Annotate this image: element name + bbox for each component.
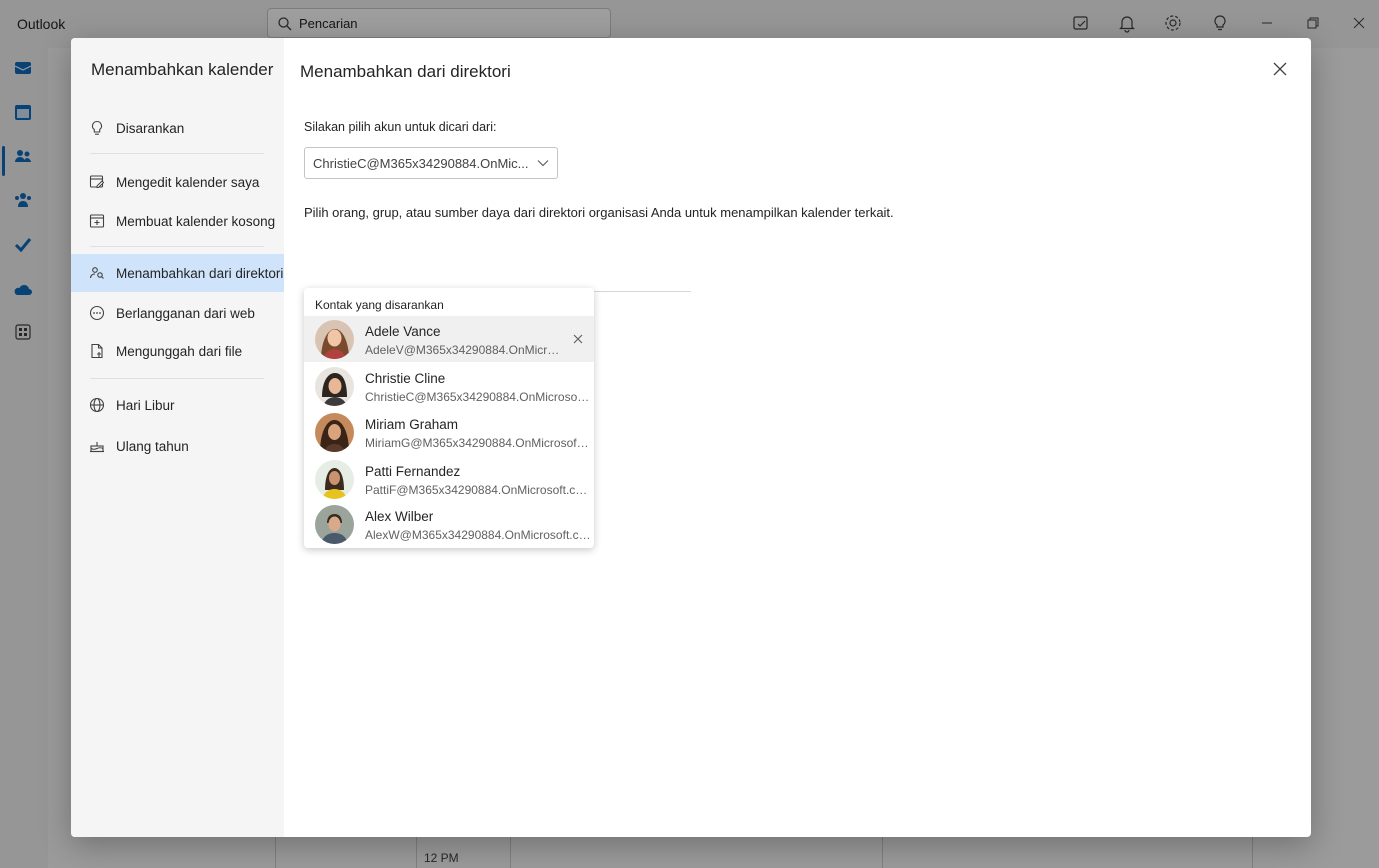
contact-name: Christie Cline (365, 371, 446, 386)
suggested-contacts-heading: Kontak yang disarankan (315, 298, 444, 312)
directory-description: Pilih orang, grup, atau sumber daya dari… (304, 205, 894, 220)
chevron-down-icon (537, 160, 549, 167)
sidebar-item-label: Mengunggah dari file (116, 343, 243, 359)
dialog-sidebar: Menambahkan kalender Disarankan Mengedit… (71, 38, 284, 837)
sidebar-item-label: Membuat kalender kosong (116, 213, 276, 229)
cake-icon (90, 442, 104, 453)
sidebar-title: Menambahkan kalender (91, 60, 274, 79)
sidebar-item-edit-calendars[interactable]: Mengedit kalender saya (71, 163, 284, 201)
contact-name: Patti Fernandez (365, 464, 461, 479)
remove-suggestion-icon[interactable] (572, 333, 584, 345)
sidebar-item-subscribe-web[interactable]: Berlangganan dari web (71, 294, 284, 332)
contact-item[interactable]: Christie Cline ChristieC@M365x34290884.O… (304, 363, 594, 409)
globe-icon (89, 397, 105, 413)
contact-email: ChristieC@M365x34290884.OnMicrosoft.com (365, 390, 591, 404)
contact-item[interactable]: Alex Wilber AlexW@M365x34290884.OnMicros… (304, 501, 594, 547)
avatar (315, 413, 354, 452)
contact-item[interactable]: Patti Fernandez PattiF@M365x34290884.OnM… (304, 456, 594, 502)
contact-item[interactable]: Miriam Graham MiriamG@M365x34290884.OnMi… (304, 409, 594, 455)
contact-email: AlexW@M365x34290884.OnMicrosoft.com (365, 528, 591, 542)
contact-name: Alex Wilber (365, 509, 434, 524)
dialog-title: Menambahkan dari direktori (300, 62, 511, 81)
people-search-icon (89, 267, 104, 279)
contact-item[interactable]: Adele Vance AdeleV@M365x34290884.OnMicro… (304, 316, 594, 362)
sidebar-item-label: Ulang tahun (116, 438, 189, 454)
contact-email: AdeleV@M365x34290884.OnMicrosoft.com (365, 343, 561, 357)
contact-email: PattiF@M365x34290884.OnMicrosoft.com (365, 483, 591, 497)
sidebar-item-holidays[interactable]: Hari Libur (71, 386, 284, 424)
sidebar-item-label: Berlangganan dari web (116, 305, 255, 321)
globe-link-icon (89, 305, 105, 321)
suggested-contacts-dropdown: Kontak yang disarankan Adele Vance Adele… (304, 288, 594, 548)
sidebar-item-label: Mengedit kalender saya (116, 174, 260, 190)
close-icon[interactable] (1269, 58, 1291, 80)
avatar (315, 460, 354, 499)
contact-name: Adele Vance (365, 324, 441, 339)
account-select[interactable]: ChristieC@M365x34290884.OnMic... (304, 147, 558, 179)
account-label: Silakan pilih akun untuk dicari dari: (304, 120, 497, 134)
sidebar-item-label: Disarankan (116, 120, 185, 136)
sidebar-item-upload-file[interactable]: Mengunggah dari file (71, 332, 284, 370)
divider (90, 378, 264, 379)
sidebar-item-suggested[interactable]: Disarankan (71, 109, 284, 147)
add-calendar-dialog: Menambahkan kalender Disarankan Mengedit… (71, 38, 1311, 837)
edit-calendar-icon (89, 175, 105, 188)
divider (90, 246, 264, 247)
lightbulb-icon (91, 120, 103, 135)
sidebar-item-add-from-directory[interactable]: Menambahkan dari direktori (71, 254, 284, 292)
avatar (315, 320, 354, 359)
sidebar-item-label: Hari Libur (116, 397, 175, 413)
sidebar-item-birthdays[interactable]: Ulang tahun (71, 427, 284, 465)
avatar (315, 505, 354, 544)
divider (90, 153, 264, 154)
sidebar-item-create-blank[interactable]: Membuat kalender kosong (71, 202, 284, 240)
contact-name: Miriam Graham (365, 417, 459, 432)
contact-email: MiriamG@M365x34290884.OnMicrosoft.com (365, 436, 591, 450)
account-select-value: ChristieC@M365x34290884.OnMic... (313, 156, 529, 171)
avatar (315, 367, 354, 406)
sidebar-item-label: Menambahkan dari direktori (116, 265, 284, 281)
calendar-add-icon (89, 214, 105, 228)
file-upload-icon (91, 343, 103, 359)
